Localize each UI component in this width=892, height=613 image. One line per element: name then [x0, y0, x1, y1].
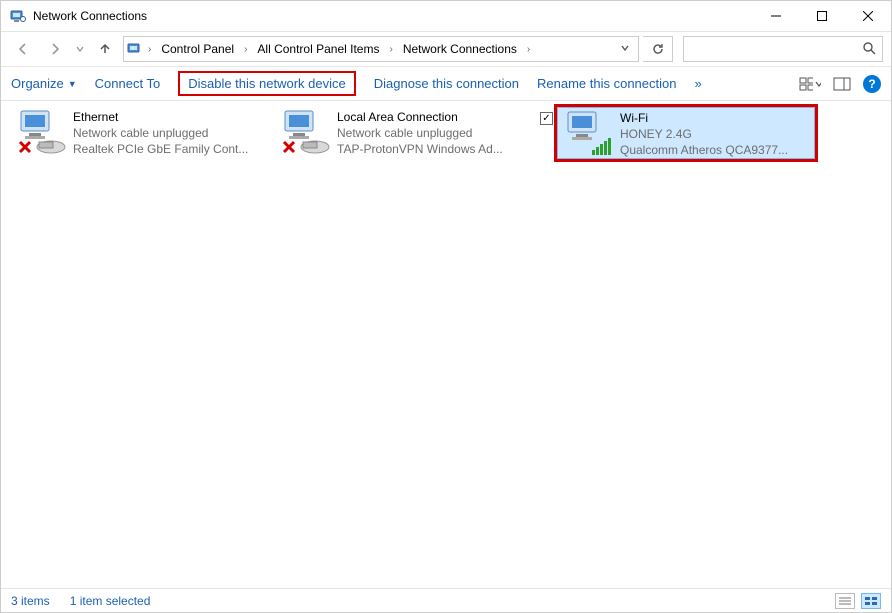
- item-count: 3 items: [11, 594, 50, 608]
- chevron-icon[interactable]: ›: [240, 44, 251, 55]
- help-button[interactable]: ?: [863, 75, 881, 93]
- connection-device: Qualcomm Atheros QCA9377...: [620, 142, 810, 158]
- connection-item-wifi[interactable]: ✓ Wi-Fi HONEY 2.4G Qualcomm Atheros QCA9…: [557, 107, 815, 159]
- status-bar: 3 items 1 item selected: [1, 588, 891, 612]
- details-view-button[interactable]: [835, 593, 855, 609]
- search-icon[interactable]: [862, 41, 876, 58]
- address-bar[interactable]: › Control Panel › All Control Panel Item…: [123, 36, 639, 62]
- selection-count: 1 item selected: [70, 594, 151, 608]
- forward-button[interactable]: [41, 35, 69, 63]
- adapter-icon: [15, 109, 69, 157]
- chevron-icon[interactable]: ›: [385, 44, 396, 55]
- control-panel-icon: [126, 41, 144, 57]
- tiles-view-button[interactable]: [861, 593, 881, 609]
- disable-device-label: Disable this network device: [188, 76, 346, 91]
- breadcrumb-seg-1[interactable]: All Control Panel Items: [251, 37, 385, 61]
- more-label: »: [694, 76, 701, 91]
- connection-name: Wi-Fi: [620, 110, 810, 126]
- app-icon: [9, 7, 27, 25]
- more-commands-button[interactable]: »: [694, 76, 701, 91]
- rename-button[interactable]: Rename this connection: [537, 76, 676, 91]
- minimize-button[interactable]: [753, 1, 799, 31]
- command-bar: Organize ▼ Connect To Disable this netwo…: [1, 67, 891, 101]
- preview-pane-button[interactable]: [831, 73, 853, 95]
- rename-label: Rename this connection: [537, 76, 676, 91]
- adapter-icon: [279, 109, 333, 157]
- maximize-button[interactable]: [799, 1, 845, 31]
- diagnose-button[interactable]: Diagnose this connection: [374, 76, 519, 91]
- connection-status: Network cable unplugged: [337, 125, 529, 141]
- connect-to-button[interactable]: Connect To: [95, 76, 161, 91]
- chevron-down-icon: ▼: [68, 79, 77, 89]
- connection-device: TAP-ProtonVPN Windows Ad...: [337, 141, 529, 157]
- back-button[interactable]: [9, 35, 37, 63]
- refresh-button[interactable]: [643, 36, 673, 62]
- titlebar: Network Connections: [1, 1, 891, 31]
- breadcrumb-seg-0[interactable]: Control Panel: [155, 37, 240, 61]
- recent-dropdown[interactable]: [73, 35, 87, 63]
- up-button[interactable]: [91, 35, 119, 63]
- view-options-button[interactable]: [799, 73, 821, 95]
- connection-status: HONEY 2.4G: [620, 126, 810, 142]
- disable-device-button[interactable]: Disable this network device: [178, 71, 356, 96]
- address-dropdown[interactable]: [614, 42, 636, 56]
- connection-name: Ethernet: [73, 109, 265, 125]
- connection-item-ethernet[interactable]: Ethernet Network cable unplugged Realtek…: [11, 107, 269, 159]
- search-box[interactable]: [683, 36, 883, 62]
- connections-pane[interactable]: Ethernet Network cable unplugged Realtek…: [1, 101, 891, 588]
- diagnose-label: Diagnose this connection: [374, 76, 519, 91]
- help-label: ?: [868, 77, 875, 91]
- connection-item-lan[interactable]: Local Area Connection Network cable unpl…: [275, 107, 533, 159]
- connection-status: Network cable unplugged: [73, 125, 265, 141]
- adapter-icon: [562, 110, 616, 158]
- search-input[interactable]: [690, 41, 862, 57]
- connection-device: Realtek PCIe GbE Family Cont...: [73, 141, 265, 157]
- organize-label: Organize: [11, 76, 64, 91]
- chevron-icon[interactable]: ›: [523, 44, 534, 55]
- connect-to-label: Connect To: [95, 76, 161, 91]
- navigation-row: › Control Panel › All Control Panel Item…: [1, 31, 891, 67]
- close-button[interactable]: [845, 1, 891, 31]
- connection-name: Local Area Connection: [337, 109, 529, 125]
- window-title: Network Connections: [33, 9, 147, 23]
- selection-checkbox[interactable]: ✓: [540, 112, 553, 125]
- breadcrumb-seg-2[interactable]: Network Connections: [397, 37, 523, 61]
- organize-menu[interactable]: Organize ▼: [11, 76, 77, 91]
- chevron-icon[interactable]: ›: [144, 44, 155, 55]
